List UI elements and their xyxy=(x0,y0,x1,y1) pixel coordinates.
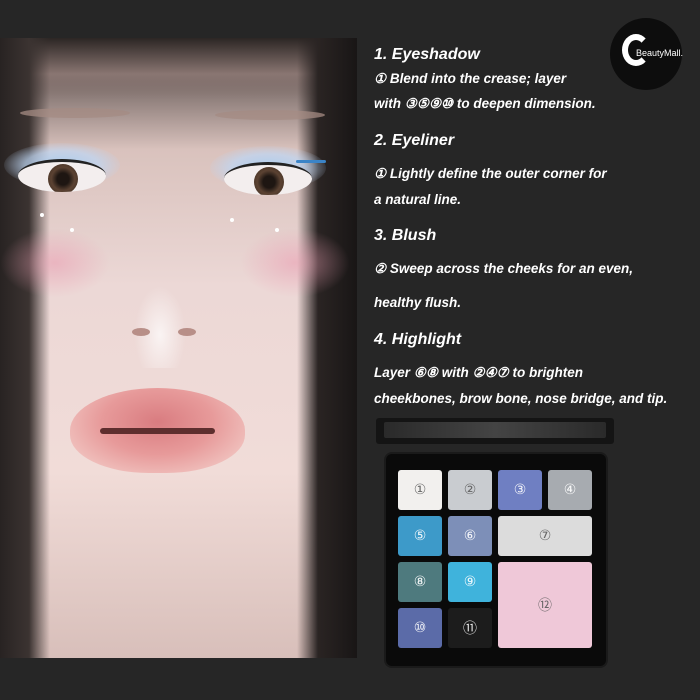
pan-label: ⑪ xyxy=(463,621,477,637)
palette-mirror xyxy=(384,422,606,438)
left-eyebrow xyxy=(20,108,130,118)
pan-label: ⑫ xyxy=(538,598,552,614)
step-text: a natural line. xyxy=(374,192,462,207)
pan-7: ⑦ xyxy=(498,516,592,556)
nostril-right xyxy=(178,328,196,336)
sparkle xyxy=(70,228,74,232)
right-eye xyxy=(210,146,326,202)
step-heading: 4. Highlight xyxy=(374,331,462,348)
pan-label: ⑧ xyxy=(413,574,427,590)
pan-5: ⑤ xyxy=(398,516,442,556)
step-text: Layer ⑥⑧ with ②④⑦ to brighten xyxy=(374,365,584,380)
pan-label: ④ xyxy=(563,482,577,498)
pan-11: ⑪ xyxy=(448,608,492,648)
pan-3: ③ xyxy=(498,470,542,510)
pan-label: ⑨ xyxy=(463,574,477,590)
pan-9: ⑨ xyxy=(448,562,492,602)
step-heading: 2. Eyeliner xyxy=(374,132,455,149)
palette-lid xyxy=(376,418,614,444)
right-cheek-blush xyxy=(240,228,350,298)
nose-highlight xyxy=(120,258,200,368)
pan-label: ⑤ xyxy=(413,528,427,544)
pan-label: ③ xyxy=(513,482,527,498)
brand-logo: BeautyMall. xyxy=(610,18,684,90)
step-text: ① Blend into the crease; layer xyxy=(374,71,567,86)
pan-10: ⑩ xyxy=(398,608,442,648)
hair-right xyxy=(297,38,357,658)
sparkle xyxy=(230,218,234,222)
eyeshadow-palette: ① ② ③ ④ ⑤ ⑥ ⑦ ⑧ ⑨ ⑫ ⑩ ⑪ xyxy=(386,454,606,666)
nostril-left xyxy=(132,328,150,336)
pan-label: ② xyxy=(463,482,477,498)
pan-12: ⑫ xyxy=(498,562,592,648)
pan-label: ① xyxy=(413,482,427,498)
pan-label: ⑦ xyxy=(538,528,552,544)
sparkle xyxy=(275,228,279,232)
logo-text: BeautyMall. xyxy=(636,48,684,58)
lip-line xyxy=(100,428,215,434)
pan-label: ⑩ xyxy=(413,620,427,636)
step-heading: 3. Blush xyxy=(374,227,437,244)
step-text: with ③⑤⑨⑩ to deepen dimension. xyxy=(374,96,596,111)
pan-6: ⑥ xyxy=(448,516,492,556)
step-text: ① Lightly define the outer corner for xyxy=(374,166,607,181)
pan-2: ② xyxy=(448,470,492,510)
hair-left xyxy=(0,38,50,658)
step-text: ② Sweep across the cheeks for an even, xyxy=(374,261,633,276)
pan-8: ⑧ xyxy=(398,562,442,602)
step-text: cheekbones, brow bone, nose bridge, and … xyxy=(374,391,668,406)
left-eye xyxy=(4,143,120,199)
left-cheek-blush xyxy=(0,228,110,298)
step-text: healthy flush. xyxy=(374,295,462,310)
step-heading: 1. Eyeshadow xyxy=(374,46,480,63)
model-photo xyxy=(0,38,357,658)
sparkle xyxy=(40,213,44,217)
pan-1: ① xyxy=(398,470,442,510)
pan-label: ⑥ xyxy=(463,528,477,544)
pan-4: ④ xyxy=(548,470,592,510)
right-eyebrow xyxy=(215,110,325,120)
